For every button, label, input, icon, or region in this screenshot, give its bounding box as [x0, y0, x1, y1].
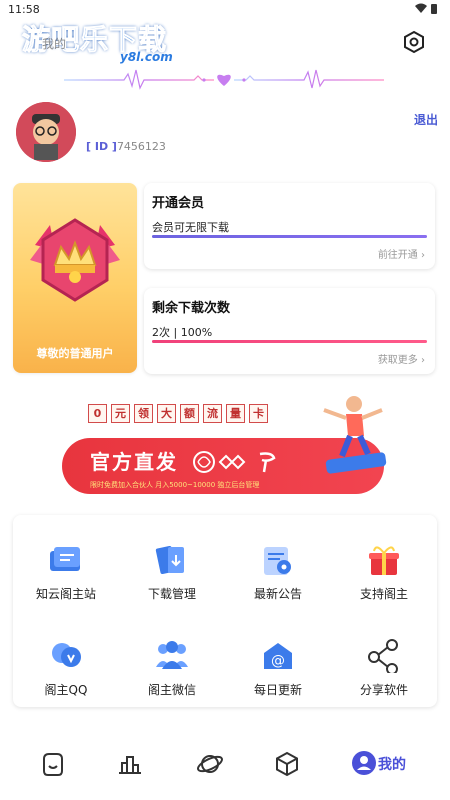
banner-chip: 额 — [180, 404, 199, 423]
nav-apps[interactable] — [272, 749, 304, 781]
nav-rank[interactable] — [115, 749, 147, 781]
email-update-icon: @ — [264, 643, 292, 669]
banner-chip: 0 — [88, 404, 107, 423]
grid-item[interactable]: 阁主QQ — [13, 631, 119, 711]
cube-icon — [276, 751, 298, 777]
bottom-nav: 我的 — [0, 735, 450, 800]
user-icon — [352, 751, 376, 775]
logout-button[interactable]: 退出 — [414, 111, 438, 128]
status-icons — [414, 3, 440, 18]
banner-chip: 量 — [226, 404, 245, 423]
svg-text:@: @ — [271, 653, 285, 669]
rank-label: 尊敬的普通用户 — [36, 347, 114, 360]
rank-icon — [119, 756, 141, 774]
vip-link-label: 前往开通 — [377, 250, 418, 261]
grid-item[interactable]: @ 每日更新 — [225, 631, 331, 711]
banner-chip: 卡 — [249, 404, 268, 423]
user-id: [ ID ]7456123 — [86, 140, 166, 153]
download-manage-icon — [155, 545, 184, 575]
vip-desc: 会员可无限下载 — [152, 221, 229, 234]
announcement-icon — [264, 547, 291, 575]
skater-illustration-icon — [323, 396, 387, 474]
banner-chip: 元 — [111, 404, 130, 423]
avatar-image — [16, 102, 76, 162]
nav-home[interactable] — [38, 749, 70, 781]
feature-grid: 知云阁主站 下载管理 最新公告 支持阁主阁主QQ 阁主微信 @ 每日更新 分享软件 — [13, 515, 437, 707]
avatar[interactable] — [16, 102, 76, 162]
user-id-tag: [ ID ] — [86, 140, 117, 153]
telecom-logos-icon — [193, 451, 276, 473]
download-title: 剩余下载次数 — [152, 301, 231, 316]
wifi-icon — [415, 3, 437, 14]
nav-me-label[interactable]: 我的 — [378, 754, 406, 774]
chevron-right-icon: › — [421, 355, 425, 366]
vip-link[interactable]: 前往开通 › — [378, 246, 425, 261]
grid-item-label: 每日更新 — [253, 683, 302, 697]
grid-item[interactable]: 最新公告 — [225, 535, 331, 615]
home-icon — [43, 753, 63, 776]
grid-item-label: 最新公告 — [253, 587, 302, 601]
vip-progress-fill — [152, 235, 427, 238]
gift-icon — [369, 546, 399, 575]
qq-icon — [52, 643, 81, 667]
banner-chip: 流 — [203, 404, 222, 423]
grid-item[interactable]: 下载管理 — [119, 535, 225, 615]
grid-item[interactable]: 知云阁主站 — [13, 535, 119, 615]
heartbeat-decoration — [64, 66, 384, 94]
settings-button[interactable] — [402, 30, 426, 54]
grid-item-label: 阁主微信 — [147, 683, 196, 697]
wechat-group-icon — [156, 641, 188, 669]
grid-item-label: 知云阁主站 — [35, 587, 96, 601]
download-progress-fill — [152, 340, 427, 343]
promo-banner[interactable]: 0元领大额流量卡 官方直发 限时免费加入合伙人 月入5000~10000 独立后… — [60, 396, 390, 498]
download-link[interactable]: 获取更多 › — [378, 351, 425, 366]
vip-title: 开通会员 — [152, 196, 205, 211]
website-icon — [50, 547, 80, 571]
status-time: 11:58 — [8, 3, 40, 16]
user-id-value: 7456123 — [116, 140, 166, 153]
download-link-label: 获取更多 — [377, 355, 418, 366]
share-icon — [368, 639, 398, 673]
planet-icon — [197, 755, 223, 773]
banner-chip: 领 — [134, 404, 153, 423]
settings-hexagon-icon — [404, 30, 424, 54]
banner-main-text: 官方直发 — [90, 450, 178, 474]
grid-item[interactable]: 支持阁主 — [331, 535, 437, 615]
banner-chip: 大 — [157, 404, 176, 423]
crown-badge-icon — [30, 218, 120, 302]
grid-item-label: 下载管理 — [147, 587, 196, 601]
grid-item-label: 阁主QQ — [44, 683, 88, 697]
download-desc: 2次 | 100% — [152, 326, 213, 339]
grid-item-label: 支持阁主 — [359, 587, 408, 601]
status-bar: 11:58 — [0, 0, 450, 20]
grid-item[interactable]: 阁主微信 — [119, 631, 225, 711]
download-quota-card[interactable]: 剩余下载次数 2次 | 100% 获取更多 › — [144, 288, 435, 374]
vip-card[interactable]: 开通会员 会员可无限下载 前往开通 › — [144, 183, 435, 269]
membership-rank-card[interactable]: 尊敬的普通用户 — [13, 183, 137, 373]
vip-progress-bar — [152, 235, 427, 238]
grid-item[interactable]: 分享软件 — [331, 631, 437, 711]
download-progress-bar — [152, 340, 427, 343]
page-title: 我的 — [42, 37, 67, 51]
chevron-right-icon: › — [421, 250, 425, 261]
nav-discover[interactable] — [195, 749, 227, 781]
app-logo-domain: y8l.com — [120, 50, 173, 64]
grid-item-label: 分享软件 — [359, 683, 408, 697]
banner-fine-print: 限时免费加入合伙人 月入5000~10000 独立后台管理 — [90, 481, 260, 489]
